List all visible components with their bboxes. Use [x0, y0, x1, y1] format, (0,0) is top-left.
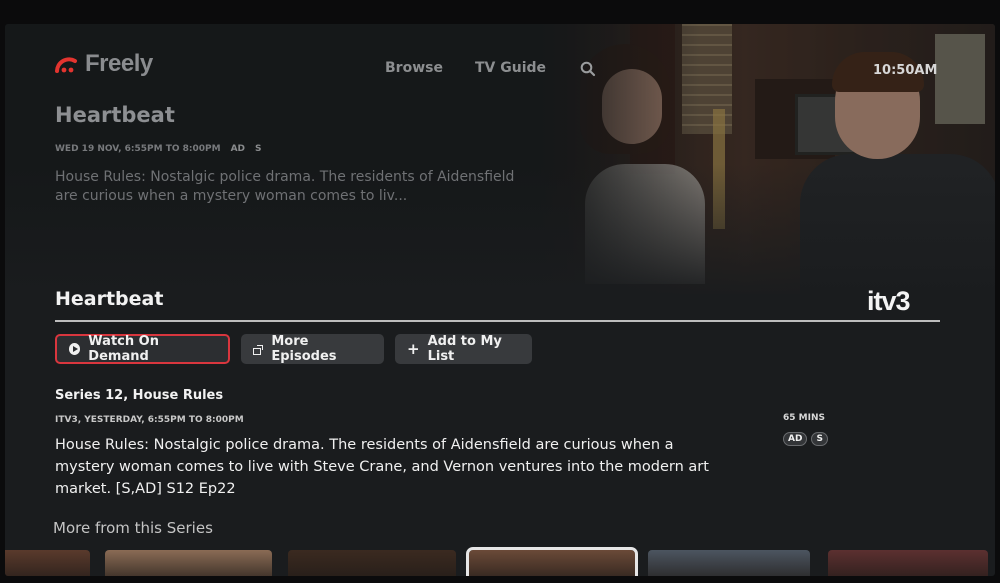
episode-thumbnail[interactable] — [105, 550, 272, 576]
episode-thumbnail[interactable] — [828, 550, 988, 576]
watch-on-demand-label: Watch On Demand — [88, 334, 159, 364]
freely-logo[interactable]: Freely — [55, 49, 153, 79]
tv-screen: Freely Browse TV Guide 10:50AM Heartbeat… — [5, 24, 995, 576]
badge-subtitles: S — [811, 432, 828, 446]
show-title: Heartbeat — [55, 288, 164, 310]
play-icon — [69, 343, 81, 355]
plus-icon: + — [407, 339, 420, 358]
clock: 10:50AM — [873, 63, 938, 78]
episode-duration: 65 MINS — [783, 413, 825, 423]
episode-thumbnail[interactable] — [288, 550, 456, 576]
more-from-series-heading: More from this Series — [53, 519, 213, 537]
episode-thumbnail[interactable] — [648, 550, 810, 576]
nav-tv-guide[interactable]: TV Guide — [475, 60, 546, 76]
add-to-my-list-label: Add to My List — [427, 334, 502, 364]
episode-thumbnail[interactable] — [5, 550, 90, 576]
hero-badge-ad: AD — [230, 144, 246, 154]
nav-browse[interactable]: Browse — [385, 60, 443, 76]
episode-description: House Rules: Nostalgic police drama. The… — [55, 437, 709, 497]
watch-on-demand-button[interactable]: Watch On Demand — [55, 334, 230, 364]
more-episodes-label: More Episodes — [271, 334, 337, 364]
episode-meta: ITV3, YESTERDAY, 6:55PM TO 8:00PM — [55, 415, 244, 425]
hero-badge-subtitles: S — [255, 144, 262, 154]
logo-text: Freely — [85, 50, 153, 77]
channel-logo: itv3 — [867, 286, 911, 316]
hero-title: Heartbeat — [55, 103, 175, 127]
episode-thumbnail[interactable] — [466, 547, 638, 576]
more-episodes-button[interactable]: More Episodes — [241, 334, 384, 364]
hero-meta: WED 19 NOV, 6:55PM TO 8:00PM AD S — [55, 144, 262, 154]
hero-airtime: WED 19 NOV, 6:55PM TO 8:00PM — [55, 144, 221, 154]
episode-title: Series 12, House Rules — [55, 388, 224, 403]
divider — [55, 320, 940, 322]
freely-logo-icon — [55, 55, 81, 73]
badge-ad: AD — [783, 432, 808, 446]
hero-description: House Rules: Nostalgic police drama. The… — [55, 169, 515, 204]
episodes-icon — [253, 344, 264, 355]
search-icon[interactable] — [580, 61, 596, 77]
add-to-my-list-button[interactable]: + Add to My List — [395, 334, 532, 364]
episode-badges: AD S — [783, 432, 828, 446]
